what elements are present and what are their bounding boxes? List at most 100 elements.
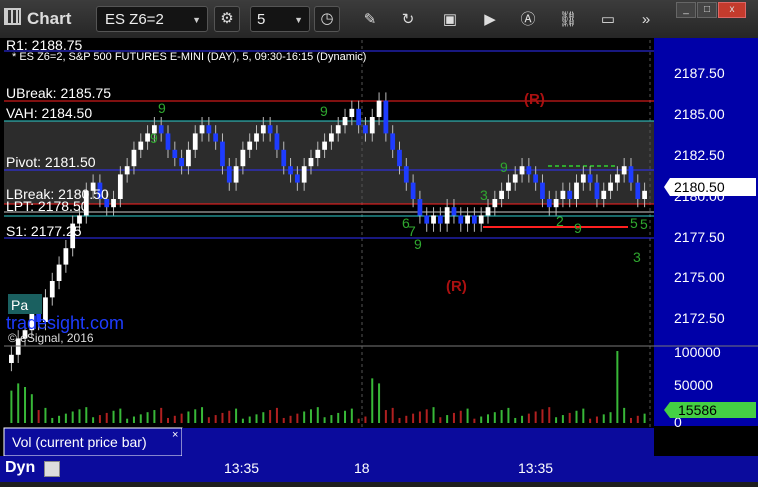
- volume-bar: [187, 411, 190, 423]
- volume-bar: [201, 407, 204, 423]
- volume-bar: [167, 417, 169, 423]
- volume-bar: [139, 414, 142, 423]
- candle-body: [206, 125, 212, 134]
- candle-body: [349, 108, 355, 117]
- close-button[interactable]: x: [718, 2, 746, 18]
- candle-body: [376, 100, 382, 117]
- candle-body: [274, 133, 280, 150]
- alert-icon[interactable]: Ⓐ: [518, 10, 538, 30]
- candle-body: [540, 182, 545, 199]
- dynamic-label[interactable]: Dyn: [5, 459, 35, 477]
- refresh-icon[interactable]: ↻: [398, 10, 418, 30]
- count-label: 9: [320, 103, 328, 119]
- candle-body: [240, 149, 246, 167]
- time-axis[interactable]: Dyn 13:35 18 13:35: [0, 456, 758, 482]
- candle-body: [587, 174, 593, 183]
- volume-bar: [418, 411, 421, 423]
- pencil-icon[interactable]: ✎: [360, 10, 380, 30]
- more-icon[interactable]: »: [636, 10, 656, 30]
- candle-body: [49, 281, 55, 298]
- volume-bar: [37, 410, 40, 423]
- time-tick: 18: [354, 460, 370, 476]
- candle-body: [383, 100, 389, 134]
- candle-body: [608, 182, 613, 191]
- volume-bar: [207, 417, 210, 423]
- maximize-button[interactable]: □: [697, 2, 717, 18]
- level-label-lpt: LPT: 2178.50: [6, 198, 89, 214]
- clock-icon[interactable]: ◷: [314, 6, 340, 32]
- count-label: 9: [500, 159, 508, 175]
- volume-bar: [378, 383, 381, 423]
- chevron-down-icon[interactable]: ▼: [192, 7, 201, 33]
- interval-input[interactable]: 5 ▼: [250, 6, 310, 32]
- volume-bar: [132, 416, 135, 423]
- candle-body: [138, 141, 144, 150]
- volume-bar: [548, 407, 551, 423]
- volume-bar: [289, 415, 292, 423]
- volume-bar: [487, 414, 489, 423]
- count-label: 3: [633, 249, 641, 265]
- symbol-settings-gear-icon[interactable]: ⚙: [214, 6, 240, 32]
- volume-bar: [439, 417, 442, 423]
- candle-body: [281, 149, 287, 167]
- volume-bar: [541, 409, 544, 423]
- candle-body: [424, 215, 430, 224]
- volume-bar: [507, 407, 510, 423]
- play-icon[interactable]: ▶: [480, 10, 500, 30]
- volume-bar: [384, 410, 387, 423]
- time-tick: 13:35: [518, 460, 554, 476]
- count-label: 9: [574, 220, 582, 236]
- volume-bar: [473, 418, 476, 423]
- count-label: 5: [640, 216, 648, 232]
- volume-bar: [330, 415, 333, 423]
- volume-bar: [555, 417, 558, 423]
- candle-body: [329, 133, 334, 142]
- volume-series[interactable]: [10, 351, 646, 423]
- volume-bar: [248, 416, 251, 423]
- count-label: 5: [630, 215, 638, 231]
- copyright: © eSignal, 2016: [8, 331, 94, 345]
- candle-body: [512, 174, 518, 183]
- volume-bar: [112, 410, 115, 423]
- candle-body: [226, 166, 232, 183]
- volume-bar: [92, 417, 95, 423]
- volume-bar: [105, 412, 108, 423]
- chevron-down-icon[interactable]: ▼: [294, 7, 303, 33]
- comment-icon[interactable]: ▭: [598, 10, 618, 30]
- lock-icon[interactable]: [44, 461, 60, 477]
- candle-body: [621, 166, 627, 175]
- link-icon[interactable]: ⛓: [558, 10, 578, 30]
- volume-bar: [160, 407, 163, 423]
- chart-canvas[interactable]: R1: 2188.75 * ES Z6=2, S&P 500 FUTURES E…: [0, 37, 758, 482]
- candle-body: [642, 190, 647, 199]
- symbol-input[interactable]: ES Z6=2 ▼: [96, 6, 208, 32]
- minimize-button[interactable]: _: [676, 2, 696, 18]
- volume-bar: [371, 378, 374, 423]
- volume-bar: [459, 410, 462, 423]
- price-tick: 2185.00: [674, 106, 725, 122]
- chart-grid-icon: [4, 8, 21, 25]
- price-chart[interactable]: R1: 2188.75 * ES Z6=2, S&P 500 FUTURES E…: [0, 37, 758, 482]
- volume-bar: [602, 414, 605, 423]
- volume-legend-close-icon[interactable]: ×: [172, 429, 178, 441]
- candle-body: [131, 149, 137, 167]
- candle-body: [186, 149, 191, 167]
- data-feed-icon[interactable]: ▣: [440, 10, 460, 30]
- candle-body: [369, 117, 375, 134]
- level-label-s1: S1: 2177.25: [6, 223, 82, 239]
- volume-bar: [561, 415, 564, 423]
- candle-body: [580, 174, 586, 183]
- candle-body: [546, 199, 552, 208]
- candle-body: [56, 264, 62, 281]
- volume-tick: 100000: [674, 344, 721, 360]
- volume-bar: [255, 414, 258, 423]
- candle-body: [192, 133, 198, 150]
- volume-bar: [214, 415, 217, 423]
- chart-subtitle: * ES Z6=2, S&P 500 FUTURES E-MINI (DAY),…: [12, 51, 366, 63]
- candle-body: [356, 108, 362, 126]
- candle-body: [315, 149, 321, 158]
- candle-body: [124, 166, 130, 175]
- volume-bar: [480, 416, 483, 423]
- volume-bar: [58, 415, 61, 423]
- volume-bar: [446, 415, 449, 423]
